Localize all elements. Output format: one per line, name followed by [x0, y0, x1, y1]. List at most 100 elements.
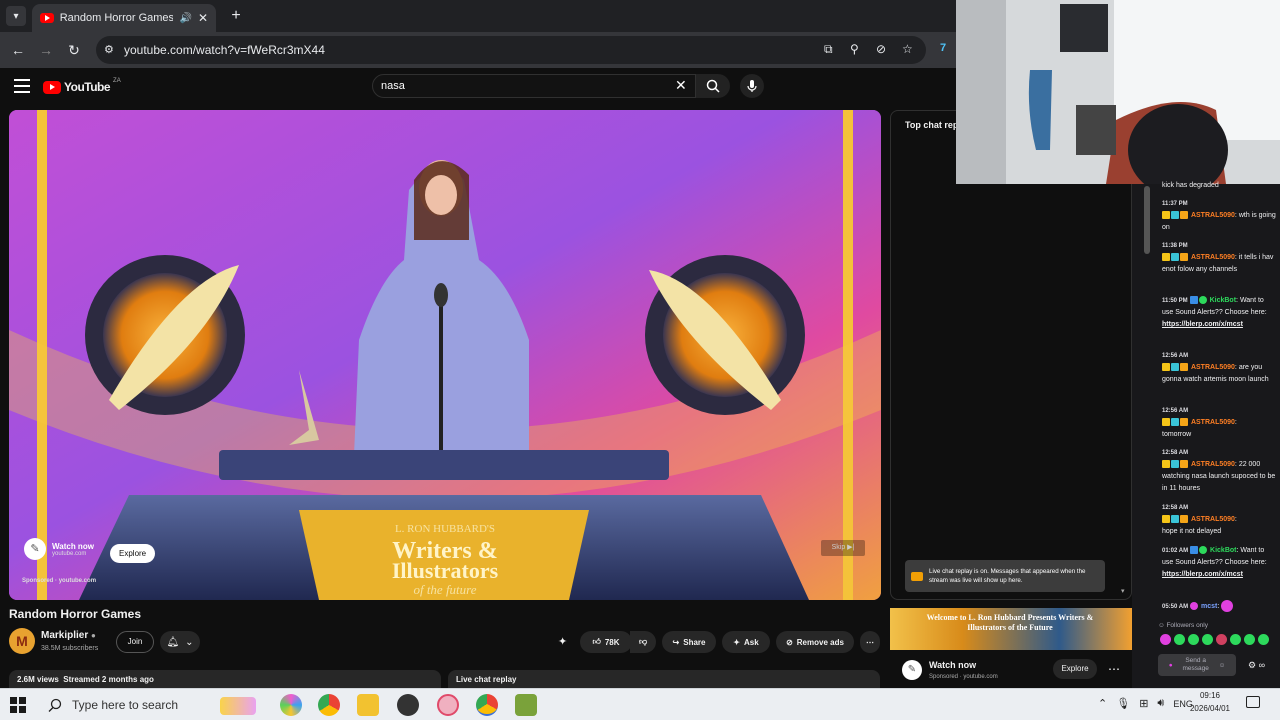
address-bar[interactable]: ⚙ youtube.com/watch?v=fWeRcr3mX44 ⧉ ⚲ ⊘ …	[96, 36, 926, 64]
badge-icon	[1162, 460, 1170, 469]
voice-search-button[interactable]	[740, 74, 764, 98]
skip-ad-button[interactable]: Skip ▶|	[821, 540, 865, 556]
browser-toolbar: ← → ↻ ⚙ youtube.com/watch?v=fWeRcr3mX44 …	[0, 32, 956, 68]
chat-username[interactable]: ASTRAL5090	[1191, 254, 1235, 261]
ask-button[interactable]: ✦ Ask	[722, 631, 770, 653]
obs-icon[interactable]	[397, 694, 419, 716]
chat-message: 11:50 PM KickBot: Want to use Sound Aler…	[1162, 295, 1276, 331]
chat-input-placeholder[interactable]: Send a message	[1178, 657, 1214, 673]
badge-icon	[1180, 418, 1188, 427]
chat-link[interactable]: https://blerp.com/x/mcst	[1162, 319, 1276, 331]
chat-username[interactable]: ASTRAL5090	[1191, 516, 1235, 523]
site-info-icon[interactable]: ⚙	[104, 43, 118, 57]
chat-username[interactable]: ASTRAL5090	[1191, 419, 1235, 426]
copilot-icon[interactable]	[280, 694, 302, 716]
speaker-icon[interactable]: 🔊	[179, 13, 191, 24]
video-player[interactable]: L. RON HUBBARD'S Writers & Illustrators …	[9, 110, 881, 600]
emote-icon[interactable]	[1216, 634, 1227, 645]
share-button[interactable]: ↪ Share	[662, 631, 716, 653]
chat-message-text: hope it not delayed	[1162, 528, 1222, 535]
badge-icon	[1190, 546, 1199, 555]
emote-icon[interactable]	[1244, 634, 1255, 645]
description-box[interactable]: 2.6M views Streamed 2 months ago	[9, 670, 441, 688]
emoji-icon[interactable]: ☺	[1219, 662, 1226, 669]
notification-center-icon[interactable]	[1246, 696, 1260, 708]
chat-username[interactable]: mcst	[1201, 603, 1217, 610]
ad-explore-button[interactable]: Explore	[1053, 659, 1097, 679]
install-app-icon[interactable]: ⧉	[824, 42, 833, 57]
chat-header[interactable]: Top chat rep	[905, 120, 958, 130]
chat-username[interactable]: KickBot	[1210, 297, 1236, 304]
emote-icon[interactable]	[1258, 634, 1269, 645]
chat-scrollbar[interactable]	[1144, 186, 1150, 254]
tab-search-button[interactable]: ▾	[6, 6, 26, 26]
chat-scroll-down-icon[interactable]: ▾	[1121, 587, 1125, 595]
chat-username[interactable]: ASTRAL5090	[1191, 364, 1235, 371]
join-button[interactable]: Join	[116, 631, 154, 653]
like-button[interactable]: 👍︎ 78K	[580, 631, 632, 653]
ad-watch-now-title[interactable]: Watch now	[929, 660, 976, 670]
badge-icon	[1162, 515, 1170, 524]
taskbar-search-placeholder[interactable]: Type here to search	[72, 698, 178, 712]
eye-off-icon[interactable]: ⊘	[876, 42, 886, 56]
app-icon[interactable]	[437, 694, 459, 716]
notification-bell-button[interactable]: 🔔︎ ⌄	[160, 631, 200, 653]
emote-icon[interactable]	[1188, 634, 1199, 645]
live-chat-replay-box[interactable]: Live chat replay	[448, 670, 880, 688]
search-input[interactable]: nasa ✕	[372, 74, 696, 98]
taskbar-clock[interactable]: 09:16 2026/04/01	[1182, 689, 1238, 715]
zoom-icon[interactable]: ⚲	[850, 42, 859, 56]
emote-icon[interactable]	[1160, 634, 1171, 645]
remove-ads-button[interactable]: ⊘ Remove ads	[776, 631, 854, 653]
youtube-logo[interactable]: YouTube ZA	[43, 78, 121, 94]
new-tab-button[interactable]: +	[226, 6, 246, 26]
file-explorer-icon[interactable]	[357, 694, 379, 716]
chrome-active-icon[interactable]	[476, 694, 498, 716]
chat-username[interactable]: ASTRAL5090	[1191, 212, 1235, 219]
emote-icon[interactable]	[1174, 634, 1185, 645]
ad-more-icon[interactable]: ⋯	[1108, 662, 1120, 676]
menu-icon[interactable]	[14, 79, 30, 93]
ad-watch-now-title[interactable]: Watch now	[52, 542, 94, 551]
microphone-icon[interactable]: 🎙︎	[1116, 697, 1130, 710]
search-input-value[interactable]: nasa	[381, 80, 405, 92]
emote-picker-icon[interactable]: ●	[1169, 662, 1173, 669]
minecraft-icon[interactable]	[515, 694, 537, 716]
bookmark-star-icon[interactable]: ☆	[902, 42, 913, 56]
search-button[interactable]	[696, 74, 730, 98]
followers-only-label: Followers only	[1166, 622, 1208, 629]
network-icon[interactable]: ⊞	[1139, 697, 1148, 710]
forward-button[interactable]: →	[36, 40, 56, 60]
chrome-icon[interactable]	[318, 694, 340, 716]
back-button[interactable]: ←	[8, 40, 28, 60]
tab-close-icon[interactable]: ✕	[198, 11, 208, 25]
hype-icon[interactable]: ✦	[558, 635, 567, 648]
emote-bar[interactable]	[1160, 634, 1269, 645]
channel-avatar[interactable]: M	[9, 628, 35, 654]
browser-tab-active[interactable]: Random Horror Games - Yo 🔊 ✕	[32, 4, 216, 32]
chat-points[interactable]: ⚙ ∞	[1248, 660, 1265, 671]
url-text[interactable]: youtube.com/watch?v=fWeRcr3mX44	[124, 43, 325, 57]
search-highlight-icon[interactable]	[220, 697, 256, 715]
ad-explore-button[interactable]: Explore	[110, 544, 156, 563]
chat-link[interactable]: https://blerp.com/x/mcst	[1162, 569, 1276, 581]
reload-button[interactable]: ↻	[64, 40, 84, 60]
chat-message: 12:58 AM ASTRAL5090: 22 000 watching nas…	[1162, 447, 1276, 495]
windows-start-icon[interactable]	[10, 697, 26, 713]
channel-name-text[interactable]: Markiplier	[41, 630, 88, 641]
chat-message-input[interactable]: ● Send a message ☺	[1158, 654, 1236, 676]
extension-icon[interactable]: 7	[940, 42, 954, 56]
dislike-button[interactable]: 👎︎	[630, 631, 656, 653]
channel-name[interactable]: Markiplier ●	[41, 630, 96, 641]
more-actions-button[interactable]: ⋯	[860, 631, 880, 653]
ad-overlay-top-text: L. RON HUBBARD'S	[395, 523, 495, 535]
emote-icon[interactable]	[1230, 634, 1241, 645]
ad-banner[interactable]: Welcome to L. Ron Hubbard Presents Write…	[890, 608, 1132, 650]
ad-watch-now[interactable]: ✎ Watch now youtube.com	[24, 538, 94, 560]
chat-username[interactable]: ASTRAL5090	[1191, 461, 1235, 468]
search-clear-icon[interactable]: ✕	[675, 77, 687, 94]
volume-icon[interactable]: 🔊︎	[1157, 697, 1164, 710]
tray-chevron-icon[interactable]: ⌃	[1098, 697, 1107, 710]
emote-icon[interactable]	[1202, 634, 1213, 645]
chat-username[interactable]: KickBot	[1210, 547, 1236, 554]
